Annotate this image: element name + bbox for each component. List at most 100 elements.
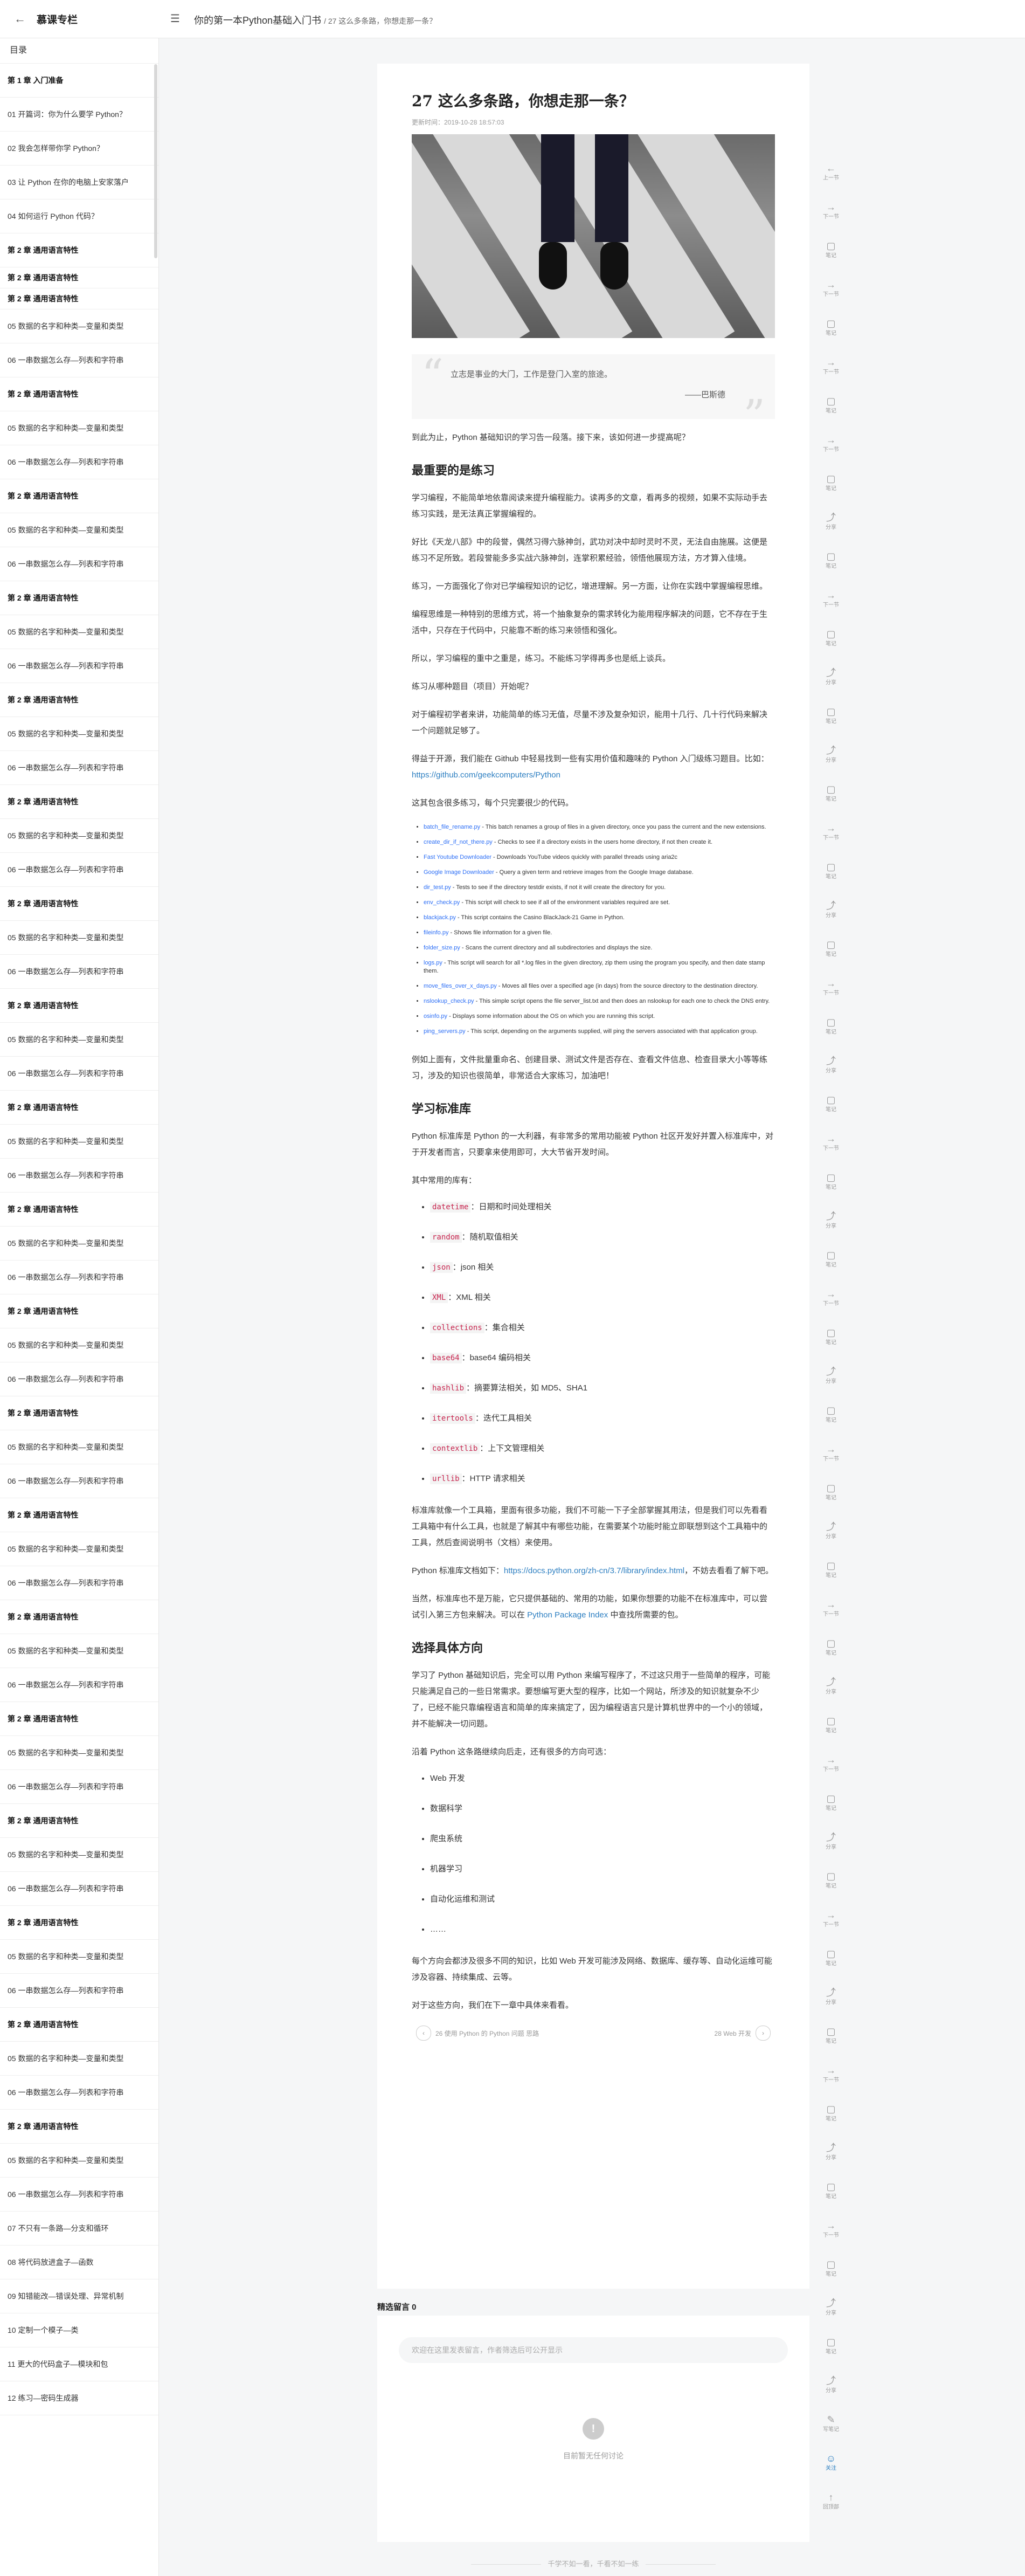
rail-note-button[interactable]: ▢ 笔记 [814,1093,848,1132]
script-link[interactable]: ping_servers.py [424,1028,466,1035]
toc-item[interactable]: 05 数据的名字和种类—变量和类型 [0,1125,158,1159]
script-link[interactable]: Fast Youtube Downloader [424,854,491,860]
rail-note-button[interactable]: ▢ 笔记 [814,395,848,433]
toc-item[interactable]: 06 一串数据怎么存—列表和字符串 [0,1974,158,2008]
toc-chapter[interactable]: 第 2 章 通用语言特性 [0,1804,158,1838]
toc-chapter[interactable]: 第 2 章 通用语言特性 [0,581,158,615]
rail-prev-button[interactable]: ← 上一节 [814,162,848,201]
rail-note-button[interactable]: ▢ 笔记 [814,705,848,744]
rail-share-button[interactable]: ⤴ 分享 [814,1055,848,1093]
toc-item[interactable]: 05 数据的名字和种类—变量和类型 [0,1736,158,1770]
github-link[interactable]: https://github.com/geekcomputers/Python [412,770,560,780]
rail-note-button[interactable]: ▢ 笔记 [814,1559,848,1598]
toc-item[interactable]: 06 一串数据怎么存—列表和字符串 [0,445,158,479]
comment-input[interactable]: 欢迎在这里发表留言，作者筛选后可公开显示 [399,2337,788,2363]
script-link[interactable]: create_dir_if_not_there.py [424,839,493,845]
toc-item[interactable]: 06 一串数据怎么存—列表和字符串 [0,1770,158,1804]
toc-item[interactable]: 01 开篇词：你为什么要学 Python？ [0,98,158,132]
rail-share-button[interactable]: ⤴ 分享 [814,1676,848,1714]
menu-icon[interactable]: ☰ [170,12,180,25]
rail-note-button[interactable]: ▢ 笔记 [814,1249,848,1287]
rail-share-button[interactable]: ⤴ 分享 [814,899,848,938]
rail-note-button[interactable]: ▢ 笔记 [814,628,848,666]
rail-share-button[interactable]: ⤴ 分享 [814,511,848,550]
toc-item[interactable]: 06 一串数据怎么存—列表和字符串 [0,1566,158,1600]
rail-share-button[interactable]: ⤴ 分享 [814,1365,848,1404]
toc-item[interactable]: 06 一串数据怎么存—列表和字符串 [0,2178,158,2212]
rail-note-button[interactable]: ▢ 笔记 [814,2258,848,2297]
toc-item[interactable]: 05 数据的名字和种类—变量和类型 [0,921,158,955]
toc-item[interactable]: 06 一串数据怎么存—列表和字符串 [0,1668,158,1702]
toc-item[interactable]: 05 数据的名字和种类—变量和类型 [0,1634,158,1668]
rail-next-button[interactable]: → 下一节 [814,433,848,472]
rail-top-button[interactable]: ↑ 回顶部 [814,2491,848,2530]
toc-item[interactable]: 05 数据的名字和种类—变量和类型 [0,1328,158,1362]
toc-item[interactable]: 05 数据的名字和种类—变量和类型 [0,2144,158,2178]
toc-item[interactable]: 06 一串数据怎么存—列表和字符串 [0,1464,158,1498]
rail-follow-button[interactable]: ☺ 关注 [814,2452,848,2491]
toc-item[interactable]: 10 定制一个模子—类 [0,2313,158,2347]
script-link[interactable]: move_files_over_x_days.py [424,983,497,989]
toc-item[interactable]: 06 一串数据怎么存—列表和字符串 [0,751,158,785]
toc-chapter[interactable]: 第 2 章 通用语言特性 [0,1091,158,1125]
rail-note-button[interactable]: ▢ 笔记 [814,1482,848,1520]
rail-next-button[interactable]: → 下一节 [814,2064,848,2103]
toc-item[interactable]: 06 一串数据怎么存—列表和字符串 [0,955,158,989]
pypi-link[interactable]: Python Package Index [527,1610,608,1620]
toc-chapter[interactable]: 第 2 章 通用语言特性 [0,1294,158,1328]
rail-write-note-button[interactable]: ✎ 写笔记 [814,2413,848,2452]
toc-chapter[interactable]: 第 2 章 通用语言特性 [0,2008,158,2042]
rail-note-button[interactable]: ▢ 笔记 [814,1947,848,1986]
rail-note-button[interactable]: ▢ 笔记 [814,783,848,822]
rail-note-button[interactable]: ▢ 笔记 [814,550,848,589]
rail-note-button[interactable]: ▢ 笔记 [814,1404,848,1443]
rail-next-button[interactable]: → 下一节 [814,822,848,860]
book-title[interactable]: 你的第一本Python基础入门书 [194,15,321,26]
toc-item[interactable]: 02 我会怎样带你学 Python？ [0,132,158,166]
next-article-button[interactable]: 28 Web 开发 › [715,2026,775,2041]
rail-note-button[interactable]: ▢ 笔记 [814,2025,848,2064]
toc-item[interactable]: 06 一串数据怎么存—列表和字符串 [0,1057,158,1091]
brand-logo[interactable]: 慕课专栏 [37,12,78,26]
toc-item[interactable]: 05 数据的名字和种类—变量和类型 [0,819,158,853]
toc-item[interactable]: 06 一串数据怎么存—列表和字符串 [0,853,158,887]
toc-chapter[interactable]: 第 2 章 通用语言特性 [0,1600,158,1634]
toc-chapter[interactable]: 第 2 章 通用语言特性 [0,1193,158,1227]
rail-note-button[interactable]: ▢ 笔记 [814,1714,848,1753]
toc-chapter[interactable]: 第 2 章 通用语言特性 [0,1396,158,1430]
toc-item[interactable]: 12 练习—密码生成器 [0,2381,158,2415]
rail-note-button[interactable]: ▢ 笔记 [814,1870,848,1909]
toc-item[interactable]: 06 一串数据怎么存—列表和字符串 [0,1159,158,1193]
toc-item[interactable]: 05 数据的名字和种类—变量和类型 [0,615,158,649]
rail-share-button[interactable]: ⤴ 分享 [814,1986,848,2025]
toc-item[interactable]: 06 一串数据怎么存—列表和字符串 [0,547,158,581]
toc-item[interactable]: 05 数据的名字和种类—变量和类型 [0,1430,158,1464]
rail-next-button[interactable]: → 下一节 [814,977,848,1016]
rail-note-button[interactable]: ▢ 笔记 [814,1326,848,1365]
script-link[interactable]: blackjack.py [424,914,456,921]
script-link[interactable]: env_check.py [424,899,460,906]
toc-item[interactable]: 05 数据的名字和种类—变量和类型 [0,309,158,343]
toc-item[interactable]: 03 让 Python 在你的电脑上安家落户 [0,166,158,199]
prev-article-button[interactable]: ‹ 26 使用 Python 的 Python 问题 思路 [412,2026,539,2041]
toc-chapter[interactable]: 第 2 章 通用语言特性 [0,233,158,267]
toc-chapter[interactable]: 第 2 章 通用语言特性 [0,1498,158,1532]
script-link[interactable]: batch_file_rename.py [424,824,480,830]
rail-next-button[interactable]: → 下一节 [814,589,848,628]
toc-item[interactable]: 07 不只有一条路—分支和循环 [0,2212,158,2246]
toc-item[interactable]: 05 数据的名字和种类—变量和类型 [0,717,158,751]
toc-item[interactable]: 06 一串数据怎么存—列表和字符串 [0,1261,158,1294]
toc-item[interactable]: 05 数据的名字和种类—变量和类型 [0,1023,158,1057]
rail-next-button[interactable]: → 下一节 [814,1753,848,1792]
rail-next-button[interactable]: → 下一节 [814,278,848,317]
toc-chapter[interactable]: 第 2 章 通用语言特性 [0,1702,158,1736]
rail-next-button[interactable]: → 下一节 [814,1287,848,1326]
rail-next-button[interactable]: → 下一节 [814,2219,848,2258]
toc-item[interactable]: 08 将代码放进盒子—函数 [0,2246,158,2279]
rail-note-button[interactable]: ▢ 笔记 [814,1637,848,1676]
toc-item[interactable]: 06 一串数据怎么存—列表和字符串 [0,649,158,683]
script-link[interactable]: osinfo.py [424,1013,447,1020]
toc-item[interactable]: 06 一串数据怎么存—列表和字符串 [0,2076,158,2110]
rail-note-button[interactable]: ▢ 笔记 [814,317,848,356]
toc-item[interactable]: 05 数据的名字和种类—变量和类型 [0,1940,158,1974]
